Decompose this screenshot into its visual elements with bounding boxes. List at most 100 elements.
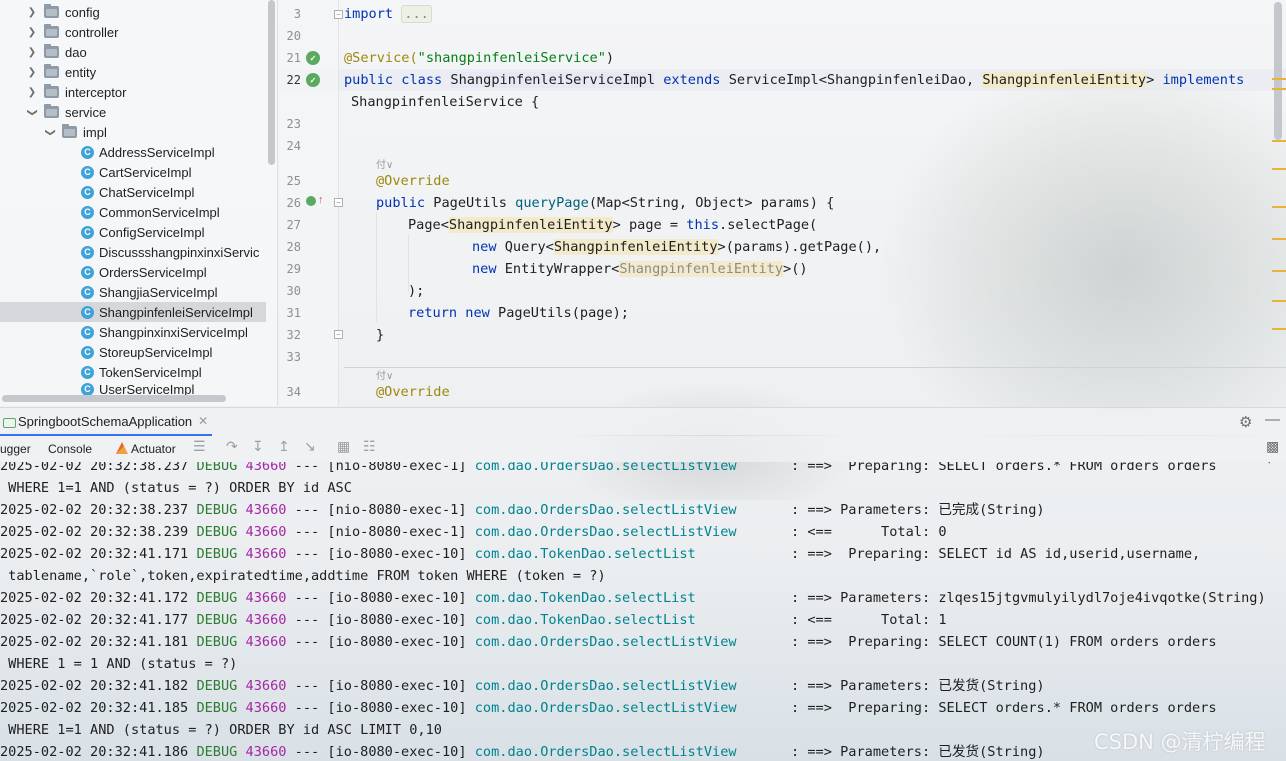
console-logger[interactable]: com.dao.OrdersDao.selectListView: [475, 524, 737, 540]
tree-folder-dao[interactable]: ❯ dao: [0, 42, 266, 62]
tab-console[interactable]: Console: [48, 439, 92, 459]
tree-folder-config[interactable]: ❯ config: [0, 2, 266, 22]
chevron-right-icon[interactable]: ❯: [26, 7, 38, 18]
console-logger[interactable]: com.dao.TokenDao.selectList: [475, 612, 696, 628]
console-line[interactable]: WHERE 1=1 AND (status = ?) ORDER BY id A…: [0, 719, 442, 741]
console-logger[interactable]: com.dao.OrdersDao.selectListView: [475, 700, 737, 716]
error-stripe-marker[interactable]: [1272, 78, 1286, 80]
console-logger[interactable]: com.dao.OrdersDao.selectListView: [475, 634, 737, 650]
tree-class-item[interactable]: C TokenServiceImpl: [0, 362, 266, 382]
error-stripe-marker[interactable]: [1272, 238, 1286, 240]
error-stripe-marker[interactable]: [1272, 168, 1286, 170]
tree-class-item[interactable]: C CartServiceImpl: [0, 162, 266, 182]
chevron-right-icon[interactable]: ❯: [26, 87, 38, 98]
console-logger[interactable]: com.dao.TokenDao.selectList: [475, 590, 696, 606]
chevron-down-icon[interactable]: ❯: [27, 106, 38, 118]
console-line[interactable]: 2025-02-02 20:32:38.239 DEBUG 43660 --- …: [0, 521, 947, 543]
code-line-21[interactable]: @Service("shangpinfenleiService"): [344, 47, 614, 69]
console-logger[interactable]: com.dao.OrdersDao.selectListView: [475, 502, 737, 518]
code-line-27[interactable]: Page<ShangpinfenleiEntity> page = this.s…: [408, 214, 817, 236]
error-stripe-marker[interactable]: [1272, 270, 1286, 272]
code-line-25[interactable]: @Override: [376, 170, 450, 192]
folded-imports[interactable]: ...: [401, 5, 432, 23]
code-line-22-wrap[interactable]: ShangpinfenleiService {: [351, 91, 539, 113]
chevron-right-icon[interactable]: ❯: [26, 67, 38, 78]
code-line-32[interactable]: }: [376, 324, 384, 346]
code-line-34[interactable]: @Override: [376, 381, 450, 403]
step-over-icon[interactable]: ↷: [226, 438, 238, 455]
tab-actuator[interactable]: Actuator: [116, 439, 176, 459]
tree-class-item[interactable]: C OrdersServiceImpl: [0, 262, 266, 282]
code-line-28[interactable]: new Query<ShangpinfenleiEntity>(params).…: [472, 236, 881, 258]
close-icon[interactable]: ✕: [198, 414, 208, 428]
code-line-22[interactable]: public class ShangpinfenleiServiceImpl e…: [344, 69, 1244, 91]
chevron-right-icon[interactable]: ❯: [26, 47, 38, 58]
editor-vertical-scrollbar[interactable]: [1274, 2, 1282, 140]
tree-class-item[interactable]: C ConfigServiceImpl: [0, 222, 266, 242]
tree-class-item[interactable]: C CommonServiceImpl: [0, 202, 266, 222]
console-line[interactable]: WHERE 1 = 1 AND (status = ?): [0, 653, 237, 675]
fold-icon[interactable]: −: [334, 330, 343, 339]
inlay-hint[interactable]: 付∨: [376, 156, 393, 171]
override-icon[interactable]: [306, 196, 316, 206]
code-line-3[interactable]: import ...: [344, 3, 432, 25]
run-config-tab[interactable]: SpringbootSchemaApplication ✕: [0, 408, 212, 436]
spring-bean-icon[interactable]: ✓: [306, 73, 320, 87]
error-stripe-marker[interactable]: [1272, 328, 1286, 330]
tree-folder-service[interactable]: ❯ service: [0, 102, 266, 122]
code-line-31[interactable]: return new PageUtils(page);: [408, 302, 629, 324]
console-line[interactable]: 2025-02-02 20:32:41.182 DEBUG 43660 --- …: [0, 675, 1045, 697]
tree-class-item-selected[interactable]: C ShangpinfenleiServiceImpl: [0, 302, 266, 322]
tree-class-item[interactable]: C DiscussshangpinxinxiServic: [0, 242, 266, 262]
console-logger[interactable]: com.dao.OrdersDao.selectListView: [475, 462, 737, 474]
tree-class-item[interactable]: C ShangjiaServiceImpl: [0, 282, 266, 302]
console-line[interactable]: 2025-02-02 20:32:41.171 DEBUG 43660 --- …: [0, 543, 1200, 565]
menu-icon[interactable]: ☰: [193, 438, 206, 455]
tab-debugger[interactable]: ugger: [0, 439, 31, 459]
tree-folder-impl[interactable]: ❯ impl: [0, 122, 266, 142]
error-stripe-marker[interactable]: [1272, 88, 1286, 90]
console-logger[interactable]: com.dao.OrdersDao.selectListView: [475, 678, 737, 694]
console-line[interactable]: 2025-02-02 20:32:38.237 DEBUG 43660 --- …: [0, 462, 1217, 477]
tree-folder-controller[interactable]: ❯ controller: [0, 22, 266, 42]
console-output[interactable]: 2025-02-02 20:32:38.237 DEBUG 43660 --- …: [0, 462, 1286, 761]
table-view-icon[interactable]: ▦: [337, 438, 350, 455]
error-stripe-marker[interactable]: [1272, 140, 1286, 142]
step-out-icon[interactable]: ↥: [278, 438, 290, 455]
code-line-26[interactable]: public PageUtils queryPage(Map<String, O…: [376, 192, 834, 214]
scroll-to-end-icon[interactable]: ▾: [1266, 462, 1273, 468]
code-line-30[interactable]: );: [408, 280, 424, 302]
minimize-icon[interactable]: —: [1265, 411, 1280, 428]
console-line[interactable]: 2025-02-02 20:32:38.237 DEBUG 43660 --- …: [0, 499, 1045, 521]
console-line[interactable]: 2025-02-02 20:32:41.181 DEBUG 43660 --- …: [0, 631, 1217, 653]
tree-class-item[interactable]: C ShangpinxinxiServiceImpl: [0, 322, 266, 342]
console-line[interactable]: 2025-02-02 20:32:41.185 DEBUG 43660 --- …: [0, 697, 1217, 719]
evaluate-icon[interactable]: ☷: [363, 438, 376, 455]
tree-class-item[interactable]: C StoreupServiceImpl: [0, 342, 266, 362]
console-line[interactable]: tablename,`role`,token,expiratedtime,add…: [0, 565, 605, 587]
fold-icon[interactable]: −: [334, 10, 343, 19]
gear-icon[interactable]: ⚙: [1239, 413, 1252, 431]
error-stripe-marker[interactable]: [1272, 206, 1286, 208]
code-editor[interactable]: 3 20 21 22 23 24 25 26 27 28 29 30 31 32…: [279, 0, 1286, 406]
tree-class-item[interactable]: C ChatServiceImpl: [0, 182, 266, 202]
layout-icon[interactable]: ▩: [1266, 438, 1279, 455]
tree-vertical-scrollbar[interactable]: [268, 0, 275, 165]
tree-class-item[interactable]: C UserServiceImpl: [0, 382, 266, 396]
tree-horizontal-scrollbar[interactable]: [2, 395, 226, 402]
chevron-right-icon[interactable]: ❯: [26, 27, 38, 38]
console-line[interactable]: 2025-02-02 20:32:41.172 DEBUG 43660 --- …: [0, 587, 1266, 609]
code-line-29[interactable]: new EntityWrapper<ShangpinfenleiEntity>(…: [472, 258, 808, 280]
fold-icon[interactable]: −: [334, 198, 343, 207]
console-line[interactable]: WHERE 1=1 AND (status = ?) ORDER BY id A…: [0, 477, 352, 499]
chevron-down-icon[interactable]: ❯: [45, 126, 56, 138]
tree-folder-entity[interactable]: ❯ entity: [0, 62, 266, 82]
tree-folder-interceptor[interactable]: ❯ interceptor: [0, 82, 266, 102]
console-line[interactable]: 2025-02-02 20:32:41.177 DEBUG 43660 --- …: [0, 609, 947, 631]
console-logger[interactable]: com.dao.OrdersDao.selectListView: [475, 744, 737, 760]
run-to-cursor-icon[interactable]: ↘: [304, 438, 316, 455]
step-into-icon[interactable]: ↧: [252, 438, 264, 455]
error-stripe-marker[interactable]: [1272, 300, 1286, 302]
tree-class-item[interactable]: C AddressServiceImpl: [0, 142, 266, 162]
spring-bean-icon[interactable]: ✓: [306, 51, 320, 65]
